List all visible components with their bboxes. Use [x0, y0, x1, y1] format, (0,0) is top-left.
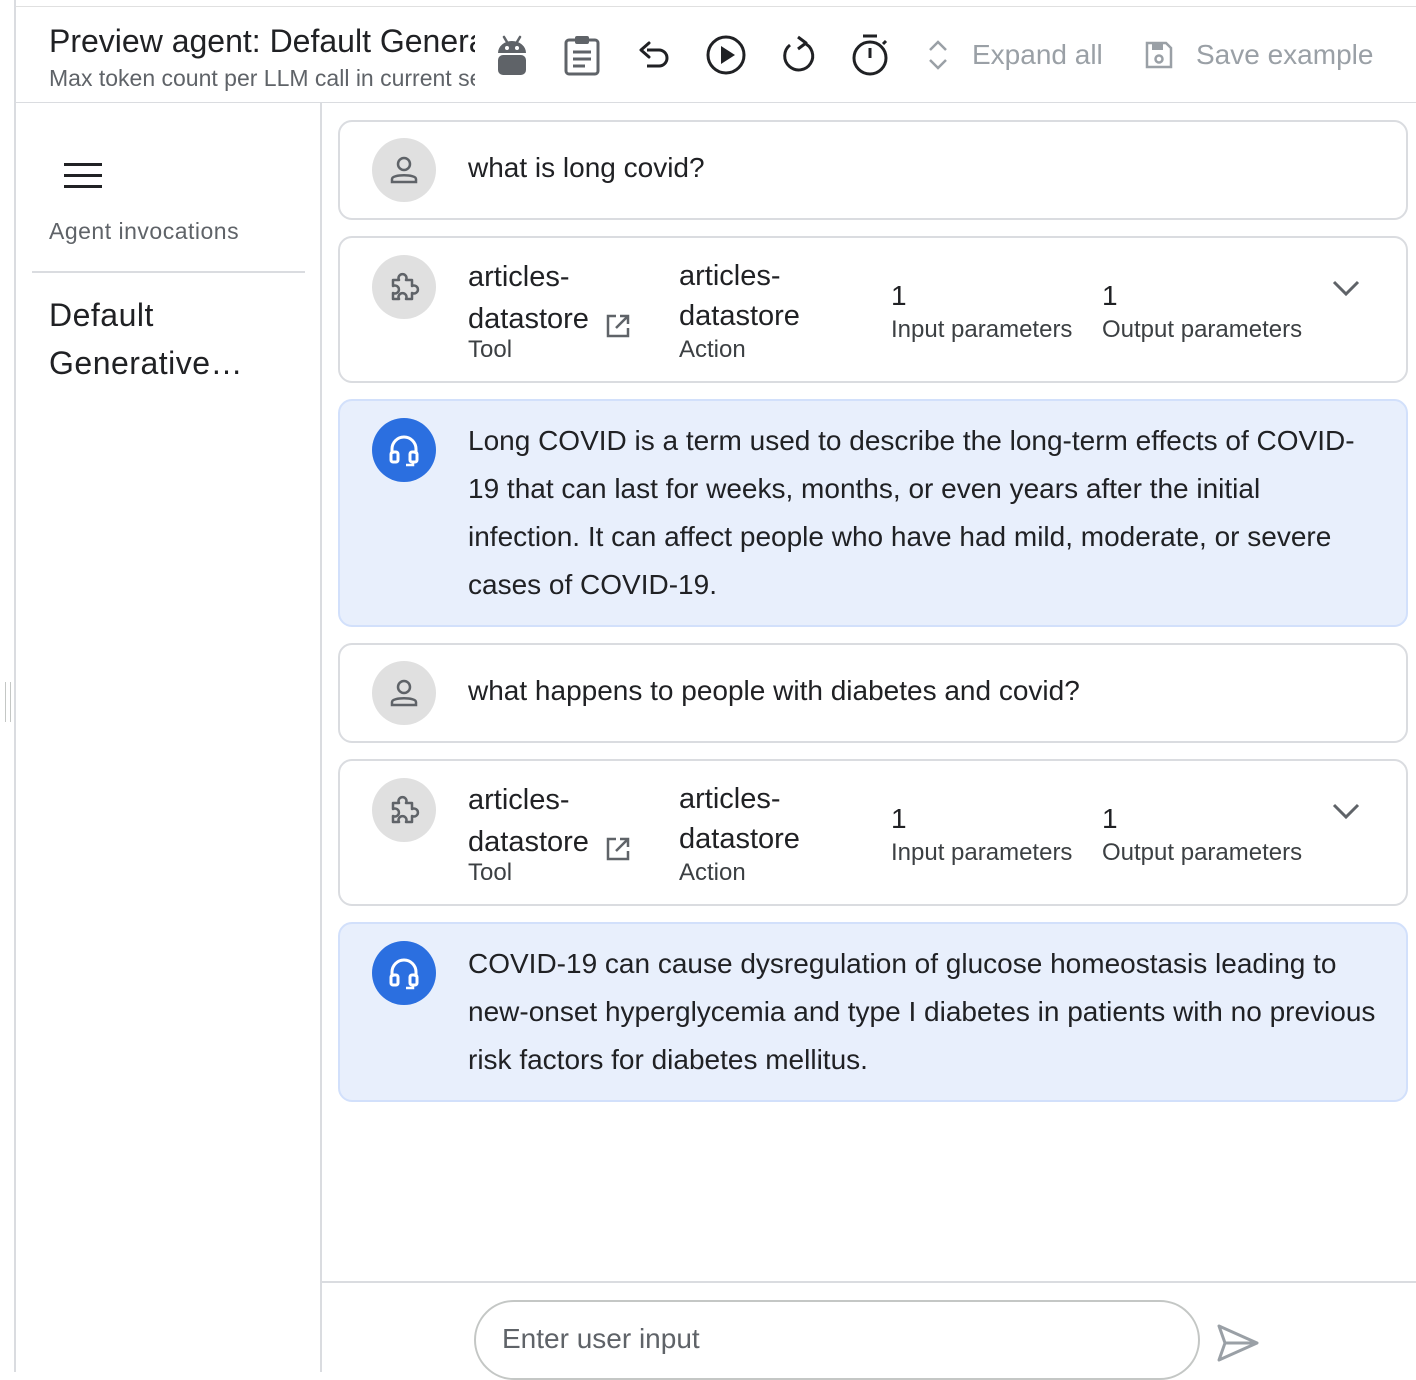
sidebar-section-label: Agent invocations	[49, 218, 240, 244]
expand-all-button[interactable]: Expand all	[926, 27, 1103, 83]
reset-button[interactable]	[776, 27, 820, 83]
input-param-label: Input parameters	[891, 839, 1073, 866]
timer-icon	[852, 34, 888, 76]
play-icon	[706, 35, 746, 75]
tool-call-card[interactable]: articles-datastore Tool articles-datasto…	[338, 759, 1408, 906]
save-icon	[1145, 41, 1173, 69]
chevron-down-icon[interactable]	[1330, 795, 1362, 827]
message-text: COVID-19 can cause dysregulation of gluc…	[468, 948, 1376, 1075]
tool-avatar	[372, 778, 436, 842]
resize-handle[interactable]	[5, 682, 11, 722]
open-in-new-icon[interactable]	[605, 313, 631, 339]
user-message: what is long covid?	[338, 120, 1408, 220]
message-text: Long COVID is a term used to describe th…	[468, 425, 1355, 600]
android-icon	[498, 35, 526, 75]
user-avatar	[372, 661, 436, 725]
message-text: what happens to people with diabetes and…	[468, 675, 1080, 706]
user-message: what happens to people with diabetes and…	[338, 643, 1408, 743]
person-icon	[390, 156, 418, 184]
tool-name[interactable]: articles-datastore	[468, 256, 630, 340]
action-type-label: Action	[679, 336, 746, 363]
sidebar-item-default-agent[interactable]: Default Generative…	[49, 291, 249, 387]
save-example-label: Save example	[1196, 39, 1374, 70]
send-icon[interactable]	[1216, 1323, 1260, 1363]
tool-name-text: articles-datastore	[468, 261, 589, 335]
timer-button[interactable]	[848, 27, 892, 83]
open-in-new-icon[interactable]	[605, 836, 631, 862]
input-param-count: 1	[891, 280, 907, 311]
headset-icon	[389, 958, 419, 990]
user-input-field[interactable]	[474, 1300, 1200, 1380]
sidebar-divider	[32, 271, 305, 273]
composer	[322, 1281, 1416, 1380]
extension-icon	[391, 795, 420, 824]
undo-icon	[639, 41, 669, 68]
preview-header: Preview agent: Default Generative Agent …	[16, 7, 1416, 103]
undo-button[interactable]	[634, 27, 674, 83]
invocations-sidebar: Agent invocations Default Generative…	[16, 103, 322, 1372]
chevron-down-icon[interactable]	[1330, 272, 1362, 304]
clipboard-button[interactable]	[560, 27, 604, 83]
expand-all-label: Expand all	[972, 39, 1103, 70]
message-text: what is long covid?	[468, 152, 705, 183]
conversation-panel: what is long covid? articles-datastore T…	[322, 103, 1416, 1281]
run-button[interactable]	[704, 27, 748, 83]
page-title: Preview agent: Default Generative Agent	[49, 23, 475, 59]
android-button[interactable]	[492, 27, 532, 83]
person-icon	[390, 679, 418, 707]
unfold-icon	[929, 40, 947, 70]
agent-avatar	[372, 941, 436, 1005]
extension-icon	[391, 272, 420, 301]
agent-message: Long COVID is a term used to describe th…	[338, 399, 1408, 627]
action-name: articles-datastore	[679, 783, 800, 855]
agent-message: COVID-19 can cause dysregulation of gluc…	[338, 922, 1408, 1102]
output-param-count: 1	[1102, 803, 1118, 834]
tool-name[interactable]: articles-datastore	[468, 779, 630, 863]
replay-icon	[783, 35, 815, 72]
output-param-label: Output parameters	[1102, 839, 1303, 866]
action-type-label: Action	[679, 859, 746, 886]
action-name: articles-datastore	[679, 260, 800, 332]
tool-type-label: Tool	[468, 859, 513, 886]
output-param-count: 1	[1102, 280, 1118, 311]
tool-avatar	[372, 255, 436, 319]
input-param-label: Input parameters	[891, 316, 1073, 343]
page-subtitle: Max token count per LLM call in current …	[49, 65, 475, 91]
output-param-label: Output parameters	[1102, 316, 1303, 343]
left-panel-edge	[0, 0, 16, 1372]
input-param-count: 1	[891, 803, 907, 834]
tool-name-text: articles-datastore	[468, 784, 589, 858]
user-input[interactable]	[500, 1322, 1164, 1356]
user-avatar	[372, 138, 436, 202]
top-border	[16, 0, 1416, 7]
tool-type-label: Tool	[468, 336, 513, 363]
menu-icon[interactable]	[64, 163, 104, 193]
agent-avatar	[372, 418, 436, 482]
headset-icon	[389, 435, 419, 467]
save-example-button[interactable]: Save example	[1144, 27, 1373, 83]
clipboard-icon	[564, 36, 600, 76]
tool-call-card[interactable]: articles-datastore Tool articles-datasto…	[338, 236, 1408, 383]
